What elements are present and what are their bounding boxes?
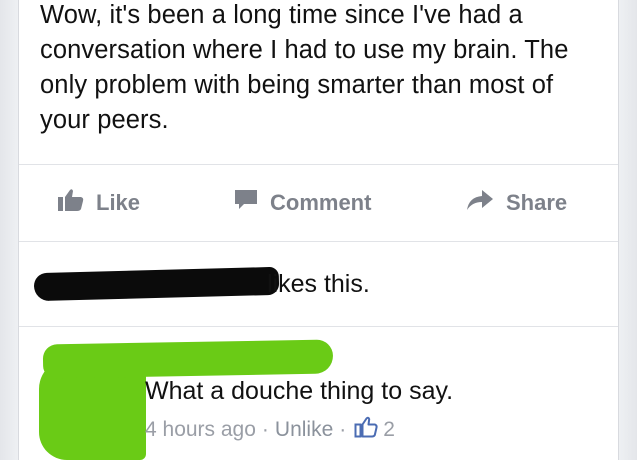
post-text: Wow, it's been a long time since I've ha… [40,1,569,134]
separator: · [339,418,347,441]
unlike-link[interactable]: Unlike [275,418,333,442]
like-label: Like [96,190,141,215]
right-gutter [619,0,637,460]
likes-text: likes this. [267,270,370,298]
redacted-name [33,266,280,302]
comment-text: What a douche thing to say. [145,377,454,405]
post-actions: Like Comment Share [19,165,618,241]
post-card: Wow, it's been a long time since I've ha… [0,0,637,460]
speech-bubble-icon [234,188,258,218]
comment-timestamp[interactable]: 4 hours ago [145,418,256,442]
comment-like-count[interactable]: 2 [383,418,395,442]
share-button[interactable]: Share [466,165,567,241]
likes-summary: likes this. [19,242,618,326]
share-label: Share [506,190,568,215]
separator: · [261,418,269,441]
thumbs-up-outline-icon[interactable] [354,416,378,444]
like-button[interactable]: Like [58,165,140,241]
redacted-commenter-name [42,339,334,379]
left-gutter [0,0,18,460]
comment-button[interactable]: Comment [234,165,371,241]
right-border [618,0,619,460]
comment-meta: 4 hours ago · Unlike · 2 [145,416,395,444]
comment: What a douche thing to say. 4 hours ago … [19,327,618,460]
share-arrow-icon [466,189,494,217]
thumbs-up-icon [58,188,84,218]
comment-label: Comment [270,190,372,215]
